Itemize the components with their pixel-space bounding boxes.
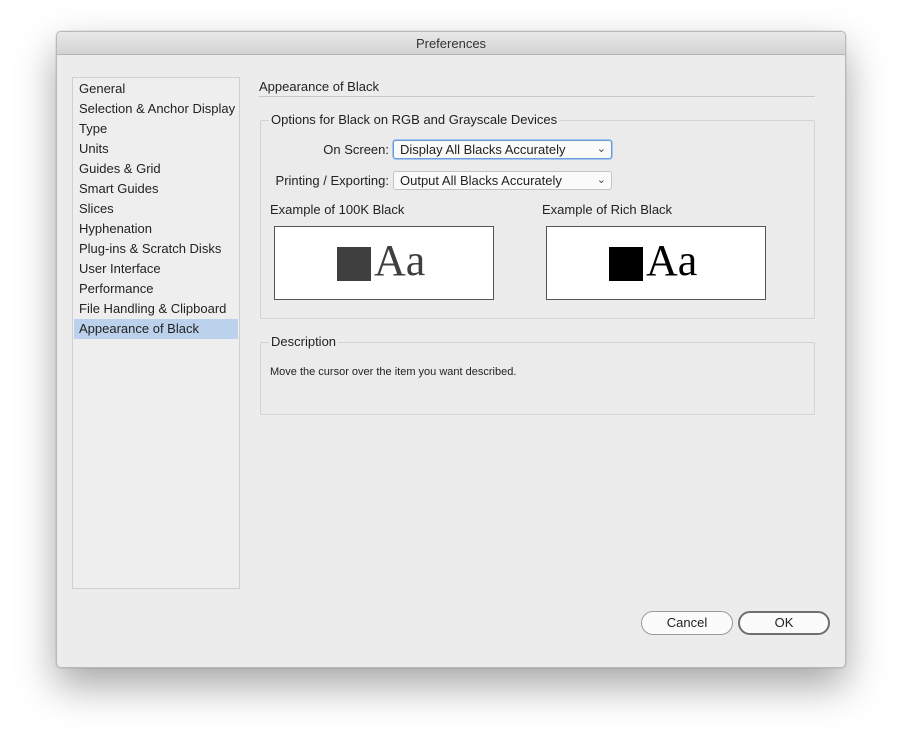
chevron-down-icon: ⌄: [596, 143, 606, 155]
example-rich-label: Example of Rich Black: [542, 202, 673, 217]
sidebar-item-file-handling-clipboard[interactable]: File Handling & Clipboard: [74, 299, 238, 319]
description-group: Description Move the cursor over the ite…: [260, 334, 815, 415]
preferences-dialog: Preferences General Selection & Anchor D…: [56, 31, 846, 668]
ok-button[interactable]: OK: [738, 611, 830, 635]
sidebar-item-general[interactable]: General: [74, 79, 238, 99]
title-divider: [259, 96, 815, 97]
description-text: Move the cursor over the item you want d…: [270, 366, 517, 378]
sidebar-item-type[interactable]: Type: [74, 119, 238, 139]
swatch-100k-black: [337, 247, 371, 281]
sidebar-item-slices[interactable]: Slices: [74, 199, 238, 219]
sidebar-item-guides-grid[interactable]: Guides & Grid: [74, 159, 238, 179]
printing-exporting-select-value: Output All Blacks Accurately: [400, 173, 562, 188]
printing-exporting-select[interactable]: Output All Blacks Accurately ⌄: [393, 171, 612, 190]
sidebar-item-units[interactable]: Units: [74, 139, 238, 159]
sample-text-100k: Aa: [374, 236, 426, 285]
sidebar-item-plugins-scratch-disks[interactable]: Plug-ins & Scratch Disks: [74, 239, 238, 259]
options-group: Options for Black on RGB and Grayscale D…: [260, 112, 815, 319]
on-screen-select-value: Display All Blacks Accurately: [400, 142, 566, 157]
page-title: Appearance of Black: [259, 79, 379, 94]
cancel-button[interactable]: Cancel: [641, 611, 733, 635]
sidebar-item-appearance-of-black[interactable]: Appearance of Black: [74, 319, 238, 339]
example-rich-preview: Aa: [546, 226, 766, 300]
sidebar-item-performance[interactable]: Performance: [74, 279, 238, 299]
sidebar-item-hyphenation[interactable]: Hyphenation: [74, 219, 238, 239]
preferences-sidebar: General Selection & Anchor Display Type …: [72, 77, 240, 589]
printing-exporting-label: Printing / Exporting:: [275, 173, 389, 188]
example-100k-preview: Aa: [274, 226, 494, 300]
sidebar-item-smart-guides[interactable]: Smart Guides: [74, 179, 238, 199]
description-label: Description: [269, 334, 339, 349]
sidebar-item-selection-anchor-display[interactable]: Selection & Anchor Display: [74, 99, 238, 119]
window-title: Preferences: [57, 32, 845, 55]
swatch-rich-black: [609, 247, 643, 281]
sidebar-item-user-interface[interactable]: User Interface: [74, 259, 238, 279]
on-screen-label: On Screen:: [323, 142, 389, 157]
options-group-label: Options for Black on RGB and Grayscale D…: [269, 112, 560, 127]
example-100k-label: Example of 100K Black: [270, 202, 405, 217]
sample-text-rich: Aa: [646, 236, 698, 285]
chevron-down-icon: ⌄: [596, 174, 606, 186]
on-screen-select[interactable]: Display All Blacks Accurately ⌄: [393, 140, 612, 159]
